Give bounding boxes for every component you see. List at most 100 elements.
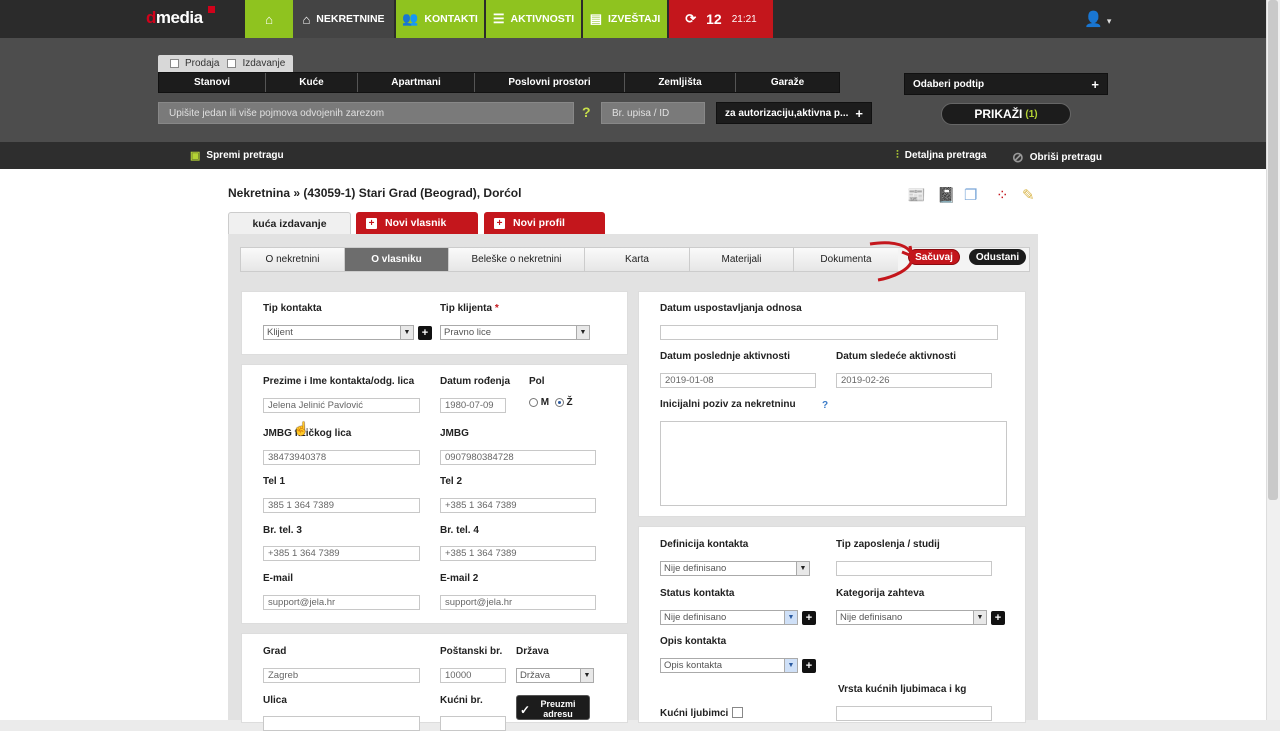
tel2-label: Tel 2: [440, 476, 463, 487]
tel1-input[interactable]: 385 1 364 7389: [263, 498, 420, 513]
help-icon[interactable]: ?: [582, 104, 591, 120]
employment-input[interactable]: [836, 561, 992, 576]
street-input[interactable]: [263, 716, 420, 731]
tab-o-vlasniku[interactable]: O vlasniku: [345, 248, 449, 271]
zip-input[interactable]: 10000: [440, 668, 506, 683]
status-filter-dropdown[interactable]: za autorizaciju,aktivna p... +: [716, 102, 872, 124]
jmbg-person-input[interactable]: 38473940378: [263, 450, 420, 465]
sex-m-radio[interactable]: [529, 397, 538, 407]
category-garaze[interactable]: Garaže: [736, 73, 839, 92]
add-contact-type-button[interactable]: +: [418, 326, 432, 340]
request-category-label: Kategorija zahteva: [836, 588, 925, 599]
initial-call-label: Inicijalni poziv za nekretninu: [660, 399, 796, 410]
sliders-icon: ⫶: [896, 149, 899, 161]
contact-description-select[interactable]: Opis kontakta ▼: [660, 658, 798, 673]
advanced-search-button[interactable]: ⫶ Detaljna pretraga: [896, 149, 986, 162]
user-icon: 👤: [1084, 11, 1103, 28]
dmedia-logo[interactable]: dmedia: [146, 6, 218, 32]
arrow-annotation: [869, 241, 915, 282]
subtype-dropdown[interactable]: Odaberi podtip +: [904, 73, 1108, 95]
request-category-select[interactable]: Nije definisano ▼: [836, 610, 987, 625]
save-search-button[interactable]: ▣ Spremi pretragu: [190, 149, 284, 162]
name-input[interactable]: Jelena Jelinić Pavlović: [263, 398, 420, 413]
tab-kuca-izdavanje[interactable]: kuća izdavanje: [228, 212, 351, 234]
scrollbar-thumb[interactable]: [1268, 0, 1278, 500]
breadcrumb-root[interactable]: Nekretnina: [228, 186, 290, 200]
show-results-button[interactable]: PRIKAŽI (1): [941, 103, 1071, 125]
nav-nekretnine[interactable]: ⌂ NEKRETNINE: [293, 0, 394, 38]
home-button[interactable]: ⌂: [245, 0, 293, 38]
user-menu[interactable]: 👤 ▾: [1084, 10, 1111, 28]
clear-search-button[interactable]: ⊘ Obriši pretragu: [1012, 149, 1102, 166]
contact-definition-select[interactable]: Nije definisano ▼: [660, 561, 810, 576]
category-poslovni-prostori[interactable]: Poslovni prostori: [475, 73, 625, 92]
prodaja-checkbox[interactable]: [170, 59, 179, 68]
category-kuce[interactable]: Kuće: [266, 73, 358, 92]
contact-type-select[interactable]: Klijent ▼: [263, 325, 414, 340]
check-icon: ✓: [520, 703, 531, 717]
initial-call-textarea[interactable]: [660, 421, 1007, 506]
nav-aktivnosti[interactable]: ☰ AKTIVNOSTI: [486, 0, 581, 38]
next-activity-input[interactable]: 2019-02-26: [836, 373, 992, 388]
fetch-address-button[interactable]: ✓ Preuzmi adresu: [516, 695, 590, 720]
category-apartmani[interactable]: Apartmani: [358, 73, 475, 92]
relationship-date-input[interactable]: [660, 325, 998, 340]
tel3-input[interactable]: +385 1 364 7389: [263, 546, 420, 561]
chevron-down-icon: ▼: [784, 611, 797, 624]
email2-input[interactable]: support@jela.hr: [440, 595, 596, 610]
add-description-button[interactable]: +: [802, 659, 816, 673]
tel2-input[interactable]: +385 1 364 7389: [440, 498, 596, 513]
pets-label: Kućni ljubimci: [660, 708, 729, 719]
sync-status[interactable]: ⟳ 12 21:21: [669, 0, 773, 38]
contact-type-label: Tip kontakta: [263, 303, 322, 314]
sex-z-radio[interactable]: [554, 397, 564, 407]
status-select[interactable]: Nije definisano ▼: [660, 610, 798, 625]
email-input[interactable]: support@jela.hr: [263, 595, 420, 610]
refresh-icon: ⟳: [685, 11, 697, 26]
new-profile-tab[interactable]: + Novi profil: [484, 212, 605, 234]
newspaper-icon[interactable]: 📰: [907, 186, 926, 204]
breadcrumb-current: » (43059-1) Stari Grad (Beograd), Dorćol: [293, 186, 522, 200]
izdavanje-checkbox[interactable]: [227, 59, 237, 68]
tab-o-nekretnini[interactable]: O nekretnini: [241, 248, 345, 271]
listing-id-input[interactable]: Br. upisa / ID: [601, 102, 705, 124]
house-number-input[interactable]: [440, 716, 506, 731]
jmbg-input[interactable]: 0907980384728: [440, 450, 596, 465]
pets-type-label: Vrsta kućnih ljubimaca i kg: [838, 684, 967, 695]
sex-label: Pol: [529, 376, 545, 387]
status-label: Status kontakta: [660, 588, 735, 599]
edit-icon[interactable]: ✎: [1022, 186, 1035, 204]
add-category-button[interactable]: +: [991, 611, 1005, 625]
help-icon[interactable]: ?: [822, 400, 828, 411]
pets-checkbox[interactable]: [732, 707, 743, 718]
client-type-select[interactable]: Pravno lice ▼: [440, 325, 590, 340]
country-select[interactable]: Država ▼: [516, 668, 594, 683]
dob-input[interactable]: 1980-07-09: [440, 398, 506, 413]
add-status-button[interactable]: +: [802, 611, 816, 625]
client-type-label: Tip klijenta *: [440, 303, 499, 314]
cancel-button[interactable]: Odustani: [969, 249, 1026, 265]
keyword-search-input[interactable]: Upišite jedan ili više pojmova odvojenih…: [158, 102, 574, 124]
palette-icon[interactable]: ⁘: [996, 186, 1009, 204]
nav-kontakti[interactable]: 👥 KONTAKTI: [396, 0, 484, 38]
city-input[interactable]: Zagreb: [263, 668, 420, 683]
tab-karta[interactable]: Karta: [585, 248, 690, 271]
chevron-down-icon: ▼: [576, 326, 589, 339]
home-icon: ⌂: [265, 11, 273, 27]
category-stanovi[interactable]: Stanovi: [159, 73, 266, 92]
last-activity-input[interactable]: 2019-01-08: [660, 373, 816, 388]
employment-label: Tip zaposlenja / studij: [836, 539, 940, 550]
tel4-input[interactable]: +385 1 364 7389: [440, 546, 596, 561]
tab-materijali[interactable]: Materijali: [690, 248, 794, 271]
copy-icon[interactable]: ❐: [964, 186, 977, 204]
document-icon: ▤: [589, 11, 602, 26]
tab-beleske[interactable]: Beleške o nekretnini: [449, 248, 585, 271]
new-owner-tab[interactable]: + Novi vlasnik: [356, 212, 478, 234]
plus-icon: +: [366, 217, 377, 229]
clear-icon: ⊘: [1012, 149, 1024, 165]
book-icon[interactable]: 📓: [937, 186, 956, 204]
house-number-label: Kućni br.: [440, 695, 483, 706]
category-zemljista[interactable]: Zemljišta: [625, 73, 736, 92]
nav-izvestaji[interactable]: ▤ IZVEŠTAJI: [583, 0, 667, 38]
pets-type-input[interactable]: [836, 706, 992, 721]
